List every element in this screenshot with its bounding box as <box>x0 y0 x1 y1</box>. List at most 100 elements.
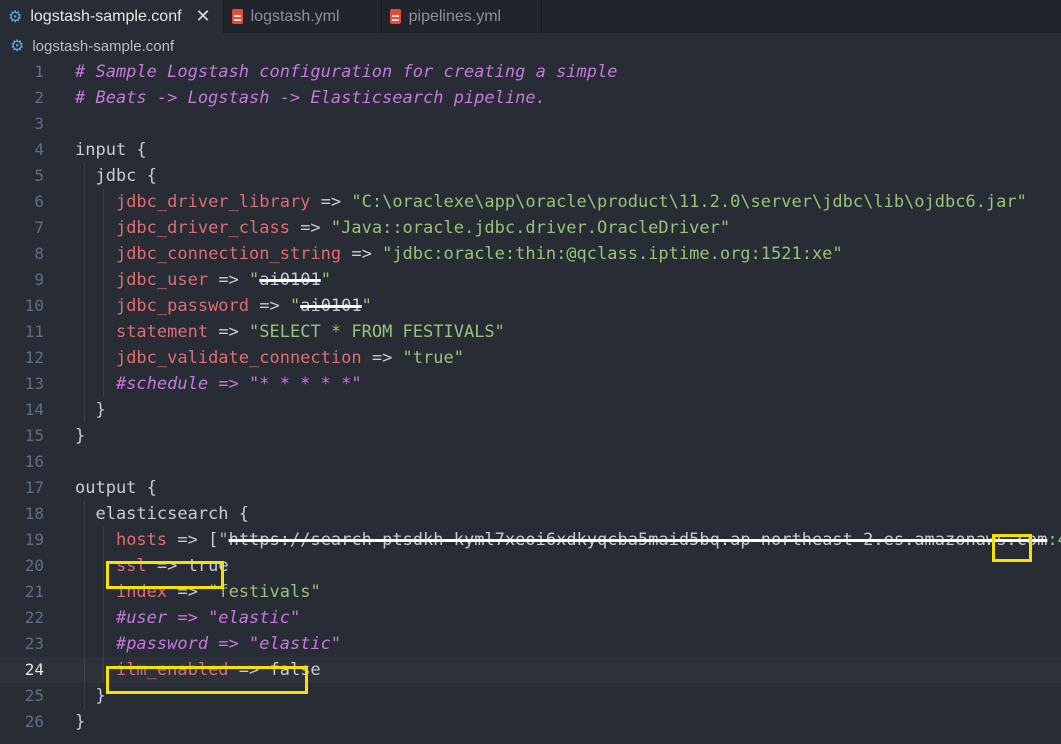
code-line[interactable]: 4 input { <box>0 137 1061 163</box>
code-line[interactable]: 14 } <box>0 397 1061 423</box>
tab-pipelines-yml[interactable]: pipelines.yml <box>381 0 542 33</box>
code-token: jdbc_user <box>115 270 209 290</box>
code-line[interactable]: 7 jdbc_driver_class => "Java::oracle.jdb… <box>0 215 1061 241</box>
line-number: 6 <box>34 192 44 211</box>
yaml-file-icon <box>389 9 401 24</box>
close-icon[interactable]: ✕ <box>196 6 211 27</box>
line-number: 23 <box>24 634 44 653</box>
code-line[interactable]: 9 jdbc_user => "ai0101" <box>0 267 1061 293</box>
code-line[interactable]: 8 jdbc_connection_string => "jdbc:oracle… <box>0 241 1061 267</box>
code-text[interactable]: jdbc { <box>75 163 156 189</box>
code-line[interactable]: 23 #password => "elastic" <box>0 631 1061 657</box>
line-number: 13 <box>24 374 44 393</box>
code-text[interactable]: #schedule => "* * * * *" <box>75 371 362 397</box>
code-text[interactable]: } <box>75 397 106 423</box>
code-token: jdbc_driver_class <box>115 218 290 238</box>
code-token: "Java::oracle.jdbc.driver.OracleDriver" <box>330 218 731 238</box>
redacted-text: ai0101 <box>300 296 362 316</box>
code-text[interactable]: #user => "elastic" <box>75 605 300 631</box>
line-number: 21 <box>24 582 44 601</box>
code-text[interactable]: } <box>75 683 106 709</box>
code-token: hosts <box>115 530 168 550</box>
code-line[interactable]: 3 <box>0 111 1061 137</box>
code-token: => <box>249 296 290 316</box>
code-token: => <box>289 218 331 238</box>
line-number: 11 <box>24 322 44 341</box>
code-text[interactable]: jdbc_password => "ai0101" <box>75 293 372 319</box>
code-token: } <box>75 712 86 732</box>
code-line[interactable]: 5 jdbc { <box>0 163 1061 189</box>
code-line[interactable]: 19 hosts => ["https://search-ptsdkh-kyml… <box>0 527 1061 553</box>
line-number: 4 <box>34 140 44 159</box>
breadcrumb-file[interactable]: logstash-sample.conf <box>32 38 174 55</box>
code-line[interactable]: 16 <box>0 449 1061 475</box>
line-number: 24 <box>24 660 44 679</box>
tab-label: logstash.yml <box>250 7 340 25</box>
tab-logstash-sample-conf[interactable]: ⚙ logstash-sample.conf ✕ <box>0 0 224 33</box>
code-text[interactable]: input { <box>75 137 147 163</box>
code-text[interactable]: jdbc_user => "ai0101" <box>75 267 331 293</box>
code-line[interactable]: 6 jdbc_driver_library => "C:\oraclexe\ap… <box>0 189 1061 215</box>
line-number: 5 <box>34 166 44 185</box>
code-token: elasticsearch { <box>75 504 249 524</box>
code-line[interactable]: 22 #user => "elastic" <box>0 605 1061 631</box>
line-number: 16 <box>24 452 44 471</box>
code-token: "SELECT * FROM FESTIVALS" <box>249 322 505 342</box>
code-text[interactable]: # Sample Logstash configuration for crea… <box>75 59 617 85</box>
code-line[interactable]: 13 #schedule => "* * * * *" <box>0 371 1061 397</box>
code-token: jdbc_validate_connection <box>115 348 362 368</box>
code-text[interactable]: jdbc_driver_library => "C:\oraclexe\app\… <box>75 189 1027 215</box>
code-token: "festivals" <box>208 582 321 602</box>
code-text[interactable]: output { <box>75 475 157 501</box>
code-token: " <box>361 296 372 316</box>
code-token: # Beats -> Logstash -> Elasticsearch pip… <box>75 88 546 108</box>
code-text[interactable]: } <box>75 709 85 735</box>
indent-guide <box>84 501 85 709</box>
code-token: } <box>75 686 106 706</box>
code-token: " <box>218 530 229 550</box>
highlight-ssl-true <box>106 561 224 589</box>
line-number: 26 <box>24 712 44 731</box>
redacted-text: https://search-ptsdkh-kyml7xeoi6xdkyqcba… <box>228 530 1048 550</box>
code-token: jdbc_driver_library <box>115 192 311 212</box>
highlight-ilm-enabled <box>106 666 308 694</box>
tab-logstash-yml[interactable]: logstash.yml <box>223 0 382 33</box>
line-number: 22 <box>24 608 44 627</box>
code-line[interactable]: 12 jdbc_validate_connection => "true" <box>0 345 1061 371</box>
line-number: 18 <box>24 504 44 523</box>
code-text[interactable]: # Beats -> Logstash -> Elasticsearch pip… <box>75 85 546 111</box>
code-text[interactable]: statement => "SELECT * FROM FESTIVALS" <box>75 319 505 345</box>
code-text[interactable]: elasticsearch { <box>75 501 249 527</box>
code-line[interactable]: 15} <box>0 423 1061 449</box>
code-line[interactable]: 10 jdbc_password => "ai0101" <box>0 293 1061 319</box>
code-token: } <box>75 400 106 420</box>
code-text[interactable]: jdbc_validate_connection => "true" <box>75 345 464 371</box>
code-token: #user => "elastic" <box>115 608 301 628</box>
code-line[interactable]: 1 # Sample Logstash configuration for cre… <box>0 59 1061 85</box>
line-number: 1 <box>34 62 44 81</box>
code-token: => <box>208 270 250 290</box>
code-text[interactable]: jdbc_connection_string => "jdbc:oracle:t… <box>75 241 843 267</box>
line-number: 8 <box>34 244 44 263</box>
code-line[interactable]: 26} <box>0 709 1061 735</box>
code-line[interactable]: 11 statement => "SELECT * FROM FESTIVALS… <box>0 319 1061 345</box>
line-number: 12 <box>24 348 44 367</box>
code-text[interactable]: hosts => ["https://search-ptsdkh-kyml7xe… <box>75 527 1061 553</box>
code-line[interactable]: 18 elasticsearch { <box>0 501 1061 527</box>
code-line[interactable]: 2 # Beats -> Logstash -> Elasticsearch pi… <box>0 85 1061 111</box>
code-token: " <box>289 296 301 316</box>
code-text[interactable]: jdbc_driver_class => "Java::oracle.jdbc.… <box>75 215 730 241</box>
line-number: 20 <box>24 556 44 575</box>
tab-label: pipelines.yml <box>408 7 502 25</box>
code-token: => <box>310 192 352 212</box>
code-text[interactable]: #password => "elastic" <box>75 631 341 657</box>
gear-icon: ⚙ <box>10 38 25 55</box>
code-line[interactable]: 17 output { <box>0 475 1061 501</box>
code-text[interactable]: } <box>75 423 85 449</box>
code-token: #password => "elastic" <box>115 634 342 654</box>
